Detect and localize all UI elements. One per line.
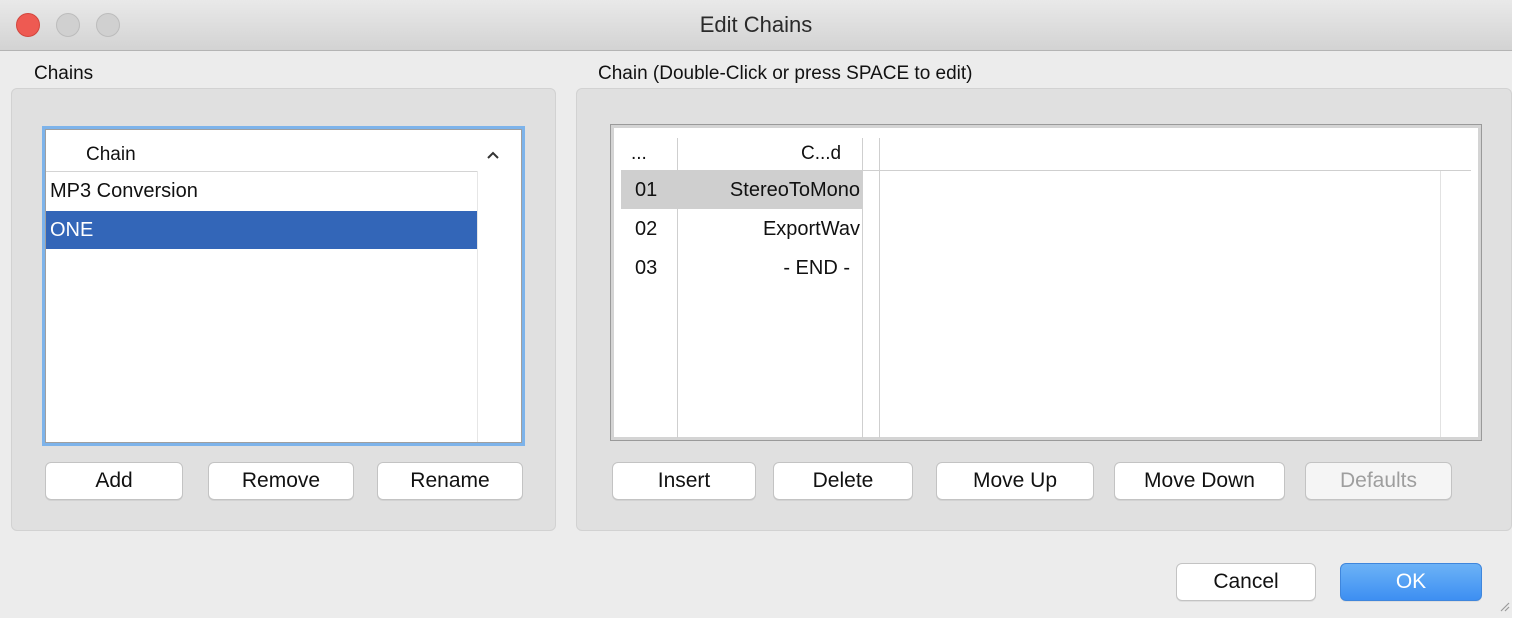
chain-row-03[interactable]: 03 - END - [621,249,862,287]
chevron-up-icon [487,151,499,159]
move-up-button[interactable]: Move Up [936,462,1094,500]
rename-button[interactable]: Rename [377,462,523,500]
list-item-mp3-conversion[interactable]: MP3 Conversion [46,172,477,210]
chain-row-01[interactable]: 01 StereoToMono [621,171,862,209]
cancel-button[interactable]: Cancel [1176,563,1316,601]
grid-scrollbar-divider [1440,171,1441,437]
chains-label: Chains [34,63,94,84]
chain-commands-grid[interactable]: ... C...d 01 StereoToMono 02 ExportWav 0… [610,124,1482,441]
chain-column-header: Chain [86,144,136,165]
resize-grip-icon[interactable] [1498,600,1510,612]
chains-panel: Chain MP3 Conversion ONE Add Remove Rena… [11,88,556,531]
grid-divider-2 [862,138,863,438]
defaults-button: Defaults [1305,462,1452,500]
ok-button[interactable]: OK [1340,563,1482,601]
row-command: - END - [783,257,850,279]
add-button[interactable]: Add [45,462,183,500]
row-number: 02 [635,218,658,240]
title-bar: Edit Chains [0,0,1512,51]
edit-chains-window: Edit Chains Chains Chain MP3 Conversion … [0,0,1512,618]
remove-button[interactable]: Remove [208,462,354,500]
list-item-label: ONE [50,219,94,241]
number-column-header[interactable]: ... [631,143,647,165]
row-command: StereoToMono [729,179,860,201]
list-item-label: MP3 Conversion [50,180,198,202]
insert-button[interactable]: Insert [612,462,756,500]
grid-header: ... C...d [621,138,1471,171]
command-column-header[interactable]: C...d [801,143,841,165]
delete-button[interactable]: Delete [773,462,913,500]
chain-panel: ... C...d 01 StereoToMono 02 ExportWav 0… [576,88,1512,531]
chains-list[interactable]: Chain MP3 Conversion ONE [45,129,522,443]
grid-divider-3 [879,138,880,438]
row-number: 01 [635,179,658,201]
window-title: Edit Chains [699,12,813,37]
move-down-button[interactable]: Move Down [1114,462,1285,500]
row-command: ExportWav [762,218,860,240]
chain-label: Chain (Double-Click or press SPACE to ed… [598,63,973,84]
chains-list-header[interactable]: Chain [46,140,521,172]
row-number: 03 [635,257,658,279]
list-item-one[interactable]: ONE [46,211,477,249]
list-scrollbar[interactable] [478,171,521,442]
chain-row-02[interactable]: 02 ExportWav [621,210,862,248]
